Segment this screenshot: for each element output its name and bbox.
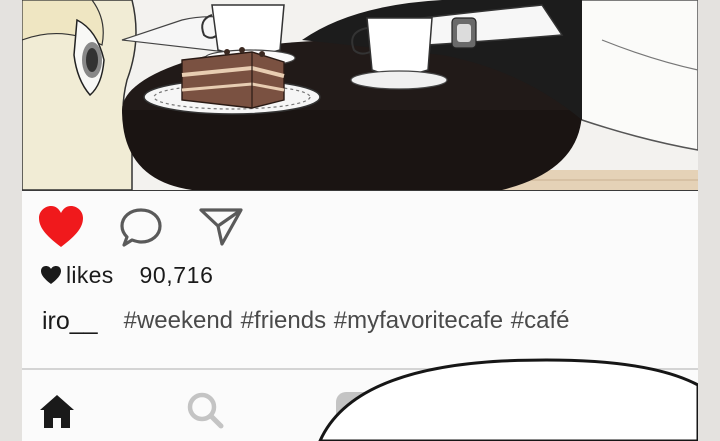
post-card: likes 90,716 iro__ #weekend #friends #my… (22, 0, 698, 441)
heart-icon[interactable] (37, 205, 85, 249)
speech-bubble-icon[interactable] (119, 207, 163, 249)
caption-row: iro__ #weekend #friends #myfavoritecafe … (42, 304, 570, 338)
post-username[interactable]: iro__ (42, 307, 98, 336)
likes-heart-icon (41, 266, 61, 284)
post-hashtags[interactable]: #weekend #friends #myfavoritecafe #café (124, 307, 570, 335)
search-icon[interactable] (185, 390, 225, 430)
likes-count[interactable]: 90,716 (140, 262, 214, 289)
likes-row: likes 90,716 (40, 260, 213, 290)
post-image[interactable] (22, 0, 698, 191)
likes-label[interactable]: likes (66, 262, 114, 289)
home-icon[interactable] (37, 392, 77, 430)
speech-balloon (318, 358, 698, 441)
post-actions (22, 190, 698, 260)
paper-plane-icon[interactable] (198, 206, 244, 248)
